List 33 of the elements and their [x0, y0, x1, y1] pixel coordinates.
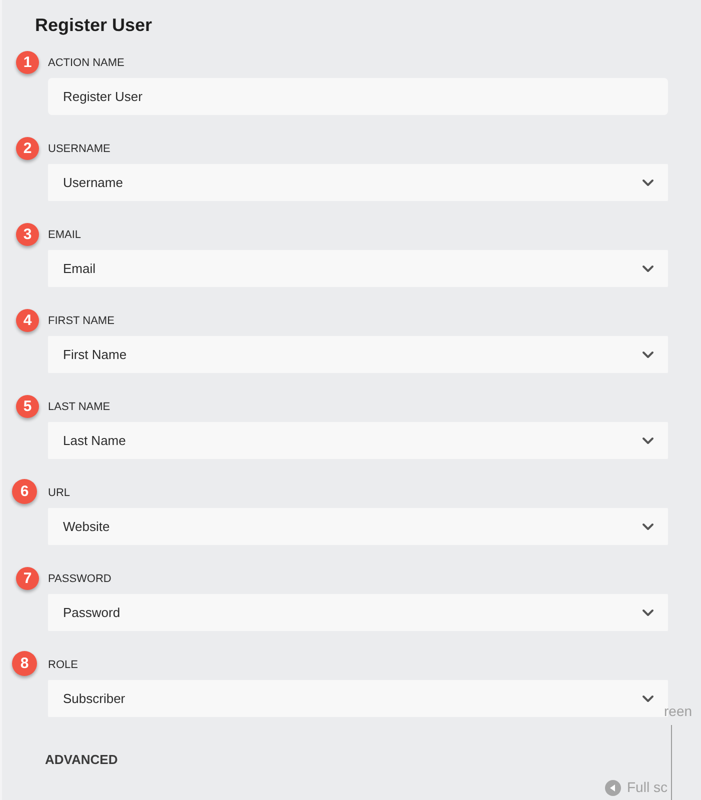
- field-label: EMAIL: [48, 228, 82, 243]
- field-label: USERNAME: [48, 142, 110, 157]
- left-arrow-circle-icon: [605, 780, 621, 796]
- chevron-down-icon: [642, 436, 654, 444]
- input-field[interactable]: Register User: [48, 78, 668, 115]
- step-number-badge: 4: [16, 309, 39, 332]
- chevron-down-icon: [642, 178, 654, 186]
- chevron-down-icon: [642, 350, 654, 358]
- step-number-badge: 2: [16, 137, 39, 160]
- step-number-badge: 7: [16, 567, 39, 590]
- select-field[interactable]: Username: [48, 164, 668, 201]
- step-number-badge: 5: [16, 395, 39, 418]
- chevron-down-icon: [642, 694, 654, 702]
- step-number-badge: 1: [16, 51, 39, 74]
- chevron-down-icon: [642, 264, 654, 272]
- select-field[interactable]: Password: [48, 594, 668, 631]
- section-heading: ADVANCED: [45, 752, 118, 768]
- chevron-down-icon: [642, 608, 654, 616]
- field-label: ACTION NAME: [48, 56, 124, 71]
- select-field[interactable]: First Name: [48, 336, 668, 373]
- select-field[interactable]: Website: [48, 508, 668, 545]
- form-title: Register User: [35, 14, 152, 36]
- select-field[interactable]: Email: [48, 250, 668, 287]
- field-label: URL: [48, 486, 70, 501]
- field-label: LAST NAME: [48, 400, 110, 415]
- step-number-badge: 6: [12, 479, 37, 504]
- chevron-down-icon: [642, 522, 654, 530]
- field-label: ROLE: [48, 658, 78, 673]
- field-label: FIRST NAME: [48, 314, 114, 329]
- select-field[interactable]: Last Name: [48, 422, 668, 459]
- step-number-badge: 3: [16, 223, 39, 246]
- field-label: PASSWORD: [48, 572, 112, 587]
- step-number-badge: 8: [12, 651, 37, 676]
